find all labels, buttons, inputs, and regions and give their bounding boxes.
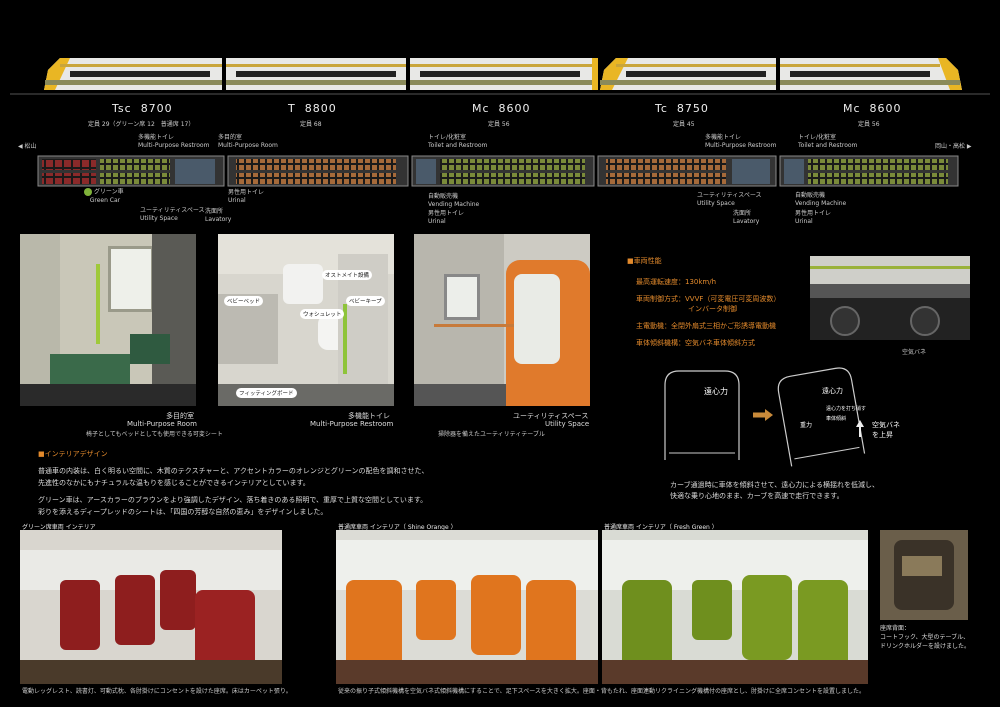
photo3-title-en: Utility Space [545,420,590,428]
photo1-title-en: Multi-Purpose Room [127,420,197,428]
tilt-note-2: 快適な乗り心地のまま、カーブを高速で走行できます。 [670,492,844,500]
restroom-label-ostomate: オストメイト設備 [322,270,373,280]
restroom-label-fitting: フィッティングボード [236,388,297,398]
interior-p2: 先進性のなかにもナチュラルな温もりを感じることができるインテリアとしています。 [38,479,310,487]
car-name-4: Tc 8750 [655,102,709,115]
interior-p1: 普通車の内装は、白く明るい空間に、木質のテクスチャーと、アクセントカラーのオレン… [38,467,429,475]
photo3-note: 掃除器を備えたユーティリティテーブル [438,431,545,438]
photo-seat-back [880,530,968,620]
label-room-1: 多目的室 Multi-Purpose Room [218,134,278,149]
car-capacity-1: 定員 29（グリーン席 12 普通席 17） [88,121,195,128]
tilt-cf-cancel: 遠心力を打ち消す [826,406,867,412]
car-exterior-5 [780,58,962,90]
seat-back-line2: ドリンクホルダーを設けました。 [880,643,971,650]
label-util-4: ユーティリティスペース Utility Space [697,192,762,207]
spec-tilt: 車体傾斜機構：空気バネ車体傾斜方式 [636,339,755,347]
floor-plan [37,155,959,187]
label-vend-3: 自動販売機 Vending Machine [428,193,480,208]
car-name-5: Mc 8600 [843,102,902,115]
spec-control-2: インバータ制御 [688,305,737,313]
spec-speed: 最高運転速度：130km/h [636,278,717,286]
restroom-label-babybed: ベビーベッド [224,296,264,306]
tilt-note-1: カーブ通過時に車体を傾斜させて、遠心力による横揺れを低減し、 [670,481,880,489]
interior-p4: 彩りを添えるディープレッドのシートは、「四国の芳醇な自然の恵み」をデザインしまし… [38,508,328,516]
tilt-air-up: 空気バネ を上昇 [872,421,900,439]
car-capacity-2: 定員 68 [300,121,322,128]
tilt-body: 車体傾斜 [826,416,847,422]
car-exterior-1 [44,58,222,90]
tilt-cf1: 遠心力 [704,387,728,396]
tilt-diagram [664,367,866,467]
label-lav-4: 洗面所 Lavatory [733,210,760,225]
photo-orange-car [336,530,598,684]
photo-bogie [810,256,970,340]
label-urinal-5: 男性用トイレ Urinal [795,210,832,225]
spec-control: 車両制御方式：VVVF（可変電圧可変周波数） [636,295,781,303]
standard-car-caption: 従来の振り子式傾斜機構を空気バネ式傾斜機構にすることで、足下スペースを大きく拡大… [338,688,865,695]
restroom-label-babykeep: ベビーキープ [346,296,385,306]
label-urinal-3: 男性用トイレ Urinal [428,210,465,225]
car-capacity-5: 定員 56 [858,121,880,128]
label-wc-3: トイレ/化粧室 Toilet and Restroom [428,134,488,149]
label-wc-5: トイレ/化粧室 Toilet and Restroom [798,134,858,149]
legend-green-car: グリーン車 Green Car [84,188,124,205]
seat-back-head: 座席背面： [880,625,911,632]
car-capacity-4: 定員 45 [673,121,695,128]
restroom-label-washlet: ウォシュレット [300,309,345,319]
label-lav-1: 洗面所 Lavatory [205,208,232,223]
car-exterior-2 [226,58,406,90]
car-exterior-4 [600,58,776,90]
car-capacity-3: 定員 56 [488,121,510,128]
car-name-1: Tsc 8700 [112,102,173,115]
green-car-caption: 電動レッグレスト、読書灯、可動式枕、各肘掛けにコンセントを設けた座席。床はカーペ… [22,688,292,695]
photo2-title-en: Multi-Purpose Restroom [310,420,394,428]
car-exterior-3 [410,58,598,90]
car-name-3: Mc 8600 [472,102,531,115]
label-urinal-1: 男性用トイレ Urinal [228,189,265,204]
interior-heading: ■インテリアデザイン [38,450,108,458]
interior-p3: グリーン車は、アースカラーのブラウンをより強調したデザイン、落ち着きのある照明で… [38,496,428,504]
car-name-2: T 8800 [288,102,337,115]
train-side-view [10,58,990,95]
photo-green-car [20,530,282,684]
seat-back-line1: コートフック、大型のテーブル、 [880,634,970,641]
photo-green-standard-car [602,530,868,684]
label-vend-5: 自動販売機 Vending Machine [795,192,847,207]
spec-motor: 主電動機：全閉外扇式三相かご形誘導電動機 [636,322,776,330]
photo-restroom [218,234,394,406]
tilt-gravity: 重力 [800,422,813,429]
photo1-note: 椅子としてもベッドとしても使用できる可変シート [86,431,223,438]
bogie-air-label: 空気バネ [902,349,927,356]
label-toilet-1: 多機能トイレ Multi-Purpose Restroom [138,134,210,149]
photo-utility-space [414,234,590,406]
label-toilet-4: 多機能トイレ Multi-Purpose Restroom [705,134,777,149]
specs-heading: ■車両性能 [627,257,662,265]
photo-multipurpose-room [20,234,196,406]
label-util-1: ユーティリティスペース Utility Space [140,207,205,222]
tilt-cf2: 遠心力 [822,387,843,395]
